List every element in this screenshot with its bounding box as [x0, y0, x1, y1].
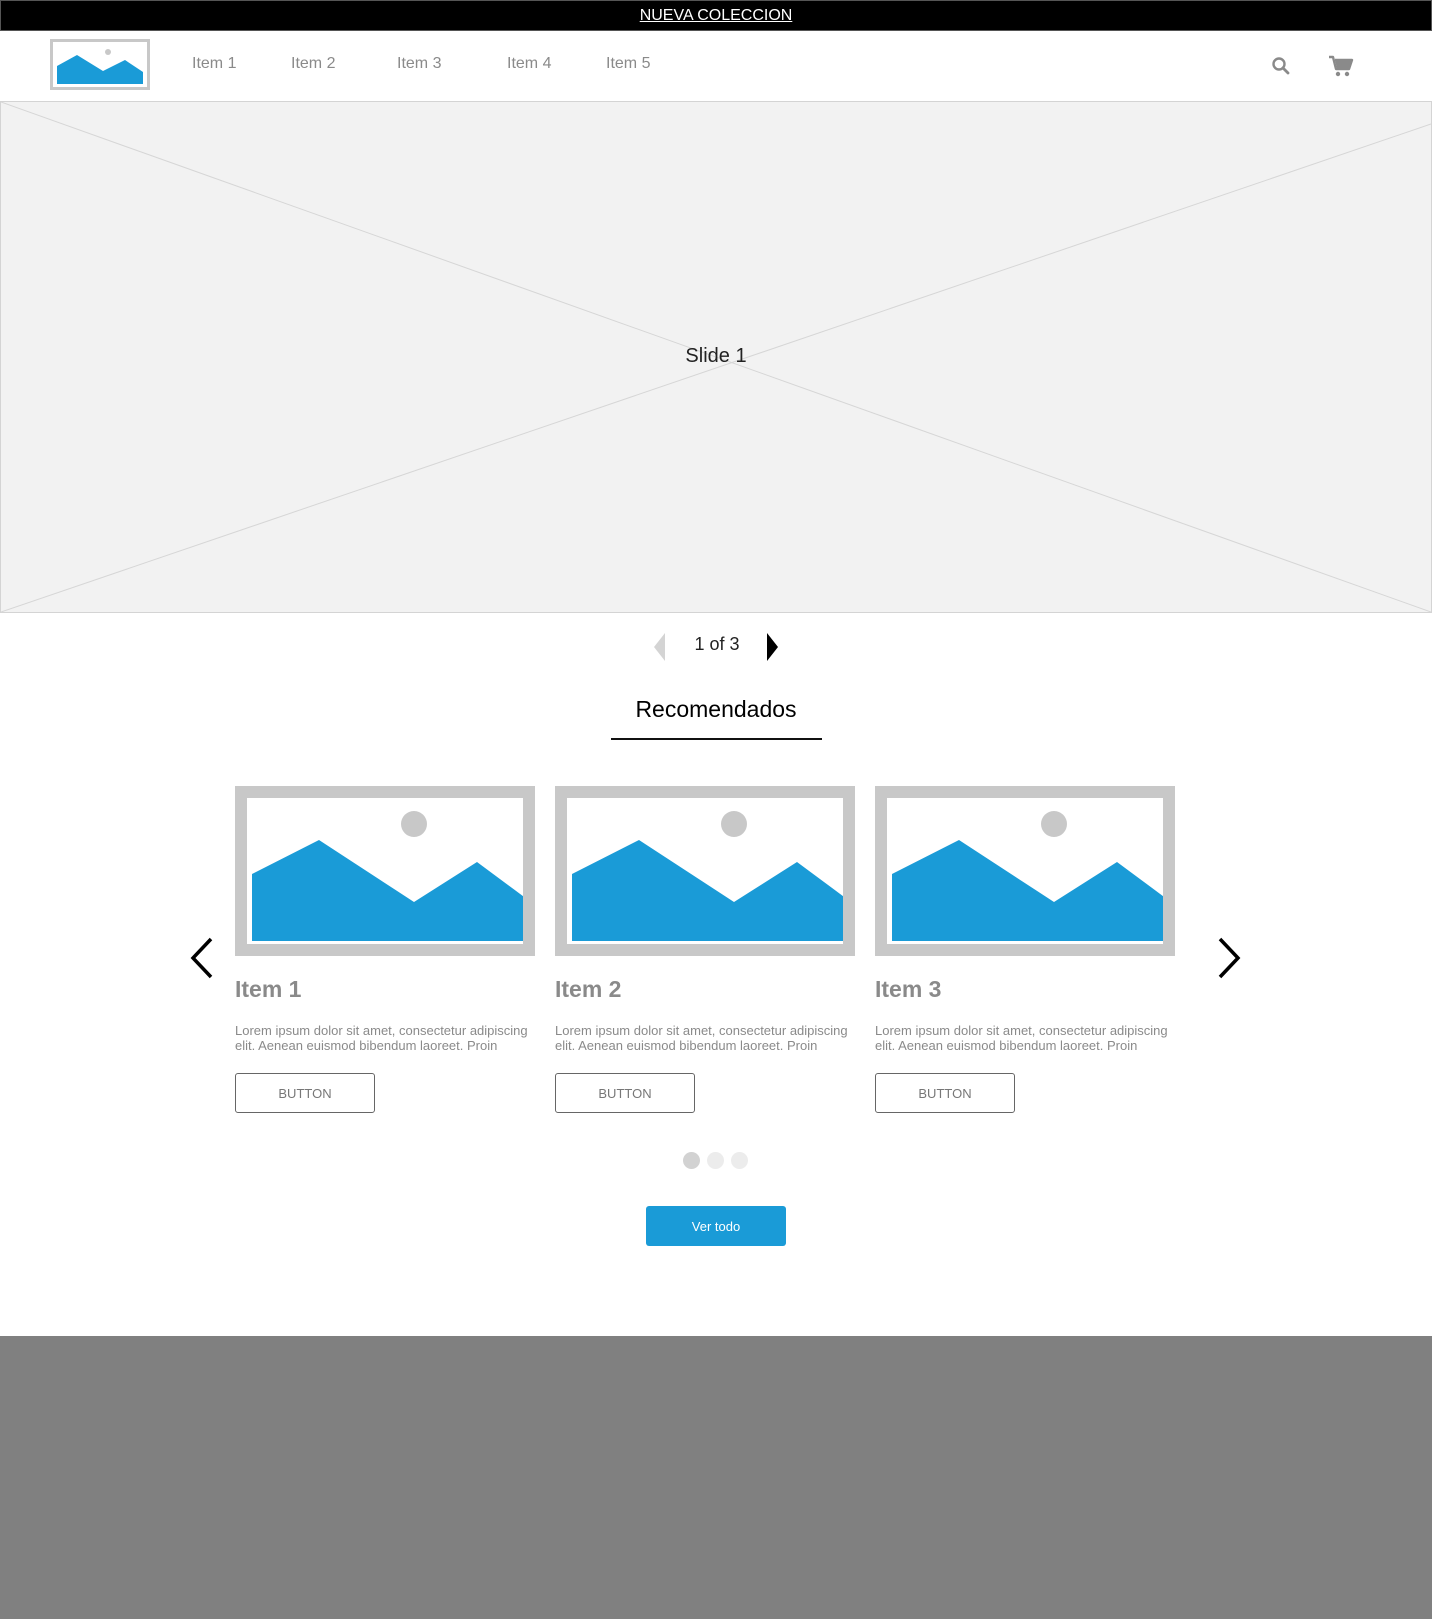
- view-all-button[interactable]: Ver todo: [646, 1206, 786, 1246]
- product-title: Item 2: [555, 976, 622, 1002]
- nav-item-1[interactable]: Item 1: [192, 55, 236, 73]
- chevron-left-icon[interactable]: [188, 936, 216, 980]
- caret-left-icon[interactable]: [651, 632, 667, 662]
- chevron-right-icon[interactable]: [1215, 936, 1243, 980]
- product-image[interactable]: [555, 786, 855, 956]
- slide-counter: 1 of 3: [694, 634, 740, 654]
- product-card: Item 3 Lorem ipsum dolor sit amet, conse…: [875, 786, 1175, 1113]
- product-image[interactable]: [875, 786, 1175, 956]
- product-button[interactable]: BUTTON: [555, 1073, 695, 1113]
- product-title: Item 3: [875, 976, 942, 1002]
- image-placeholder-icon: [892, 811, 1163, 941]
- product-card: Item 2 Lorem ipsum dolor sit amet, conse…: [555, 786, 855, 1113]
- site-header: Item 1 Item 2 Item 3 Item 4 Item 5: [0, 31, 1432, 102]
- product-description: Lorem ipsum dolor sit amet, consectetur …: [235, 1023, 528, 1053]
- footer: [0, 1336, 1432, 1619]
- product-card: Item 1 Lorem ipsum dolor sit amet, conse…: [235, 786, 535, 1113]
- carousel-dot[interactable]: [731, 1152, 748, 1169]
- slide-label: Slide 1: [685, 345, 747, 367]
- hero-slide[interactable]: Slide 1: [0, 101, 1432, 613]
- logo[interactable]: [50, 39, 150, 90]
- carousel-dot[interactable]: [707, 1152, 724, 1169]
- carousel-dots: [683, 1152, 748, 1170]
- image-placeholder-icon: [57, 49, 143, 84]
- image-placeholder-icon: [252, 811, 523, 941]
- product-button[interactable]: BUTTON: [875, 1073, 1015, 1113]
- nav-item-5[interactable]: Item 5: [606, 55, 650, 73]
- caret-right-icon[interactable]: [765, 632, 781, 662]
- product-image[interactable]: [235, 786, 535, 956]
- nav-item-3[interactable]: Item 3: [397, 55, 441, 73]
- nav-item-2[interactable]: Item 2: [291, 55, 335, 73]
- product-title: Item 1: [235, 976, 302, 1002]
- new-collection-link[interactable]: NUEVA COLECCION: [640, 7, 793, 25]
- section-title: Recomendados: [635, 696, 797, 722]
- section-underline: [611, 738, 822, 740]
- carousel-dot[interactable]: [683, 1152, 700, 1169]
- product-description: Lorem ipsum dolor sit amet, consectetur …: [555, 1023, 848, 1053]
- cart-icon[interactable]: [1328, 54, 1354, 78]
- top-banner: NUEVA COLECCION: [0, 0, 1432, 31]
- image-placeholder-icon: [572, 811, 843, 941]
- nav-item-4[interactable]: Item 4: [507, 55, 551, 73]
- product-button[interactable]: BUTTON: [235, 1073, 375, 1113]
- product-description: Lorem ipsum dolor sit amet, consectetur …: [875, 1023, 1168, 1053]
- search-icon[interactable]: [1271, 56, 1291, 76]
